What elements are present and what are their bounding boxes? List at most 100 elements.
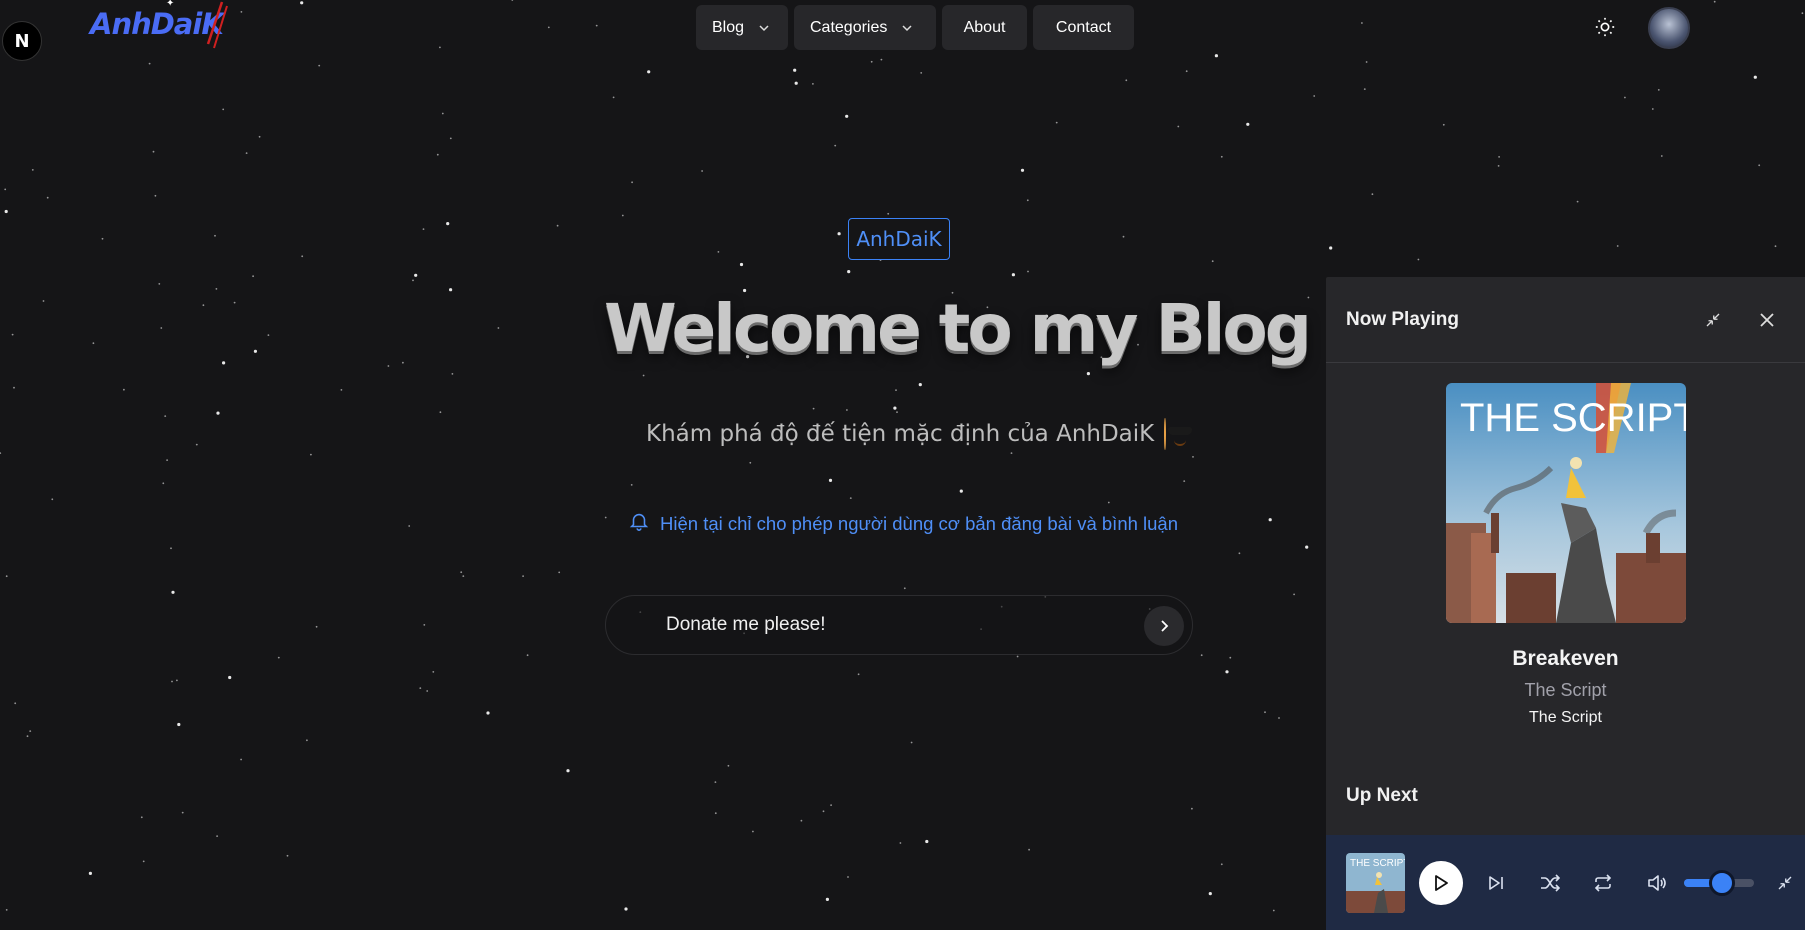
minimize-icon[interactable]: [1695, 302, 1731, 338]
star: [1246, 122, 1250, 126]
star: [13, 386, 15, 389]
expand-player-button[interactable]: [1766, 863, 1805, 903]
star: [612, 96, 615, 99]
star: [423, 624, 426, 626]
volume-button[interactable]: [1637, 863, 1676, 903]
star: [739, 262, 744, 267]
star: [1497, 165, 1500, 167]
star: [245, 152, 248, 155]
star: [1264, 711, 1266, 714]
star: [566, 769, 570, 773]
close-icon[interactable]: [1749, 302, 1785, 338]
star: [895, 389, 897, 391]
star: [449, 288, 453, 292]
star: [752, 830, 754, 833]
star: [51, 498, 54, 501]
star: [918, 383, 922, 387]
star: [857, 673, 860, 676]
star: [426, 690, 429, 692]
shuffle-button[interactable]: [1530, 863, 1569, 903]
nav-blog[interactable]: Blog: [696, 5, 788, 50]
nav-categories[interactable]: Categories: [794, 5, 936, 50]
star: [414, 273, 418, 277]
star: [1026, 199, 1029, 202]
star: [233, 301, 236, 304]
star: [893, 406, 897, 410]
star: [92, 342, 95, 345]
star: [1122, 235, 1125, 238]
star: [925, 839, 929, 844]
star: [1651, 108, 1654, 110]
star: [171, 590, 175, 594]
skip-next-button[interactable]: [1477, 863, 1516, 903]
star: [301, 255, 304, 258]
star: [1660, 155, 1663, 157]
hero-tag: AnhDaiK: [848, 218, 950, 260]
star: [4, 188, 7, 191]
star: [222, 108, 225, 111]
star: [1086, 372, 1090, 376]
star: [828, 478, 833, 482]
star: [834, 144, 837, 147]
star: [1028, 848, 1030, 851]
star: [1801, 12, 1804, 15]
next-logo-icon[interactable]: N: [2, 21, 42, 61]
star: [1624, 96, 1626, 99]
sparkle-icon: ✦: [166, 0, 175, 9]
star: [152, 150, 155, 153]
star: [164, 415, 167, 417]
play-button[interactable]: [1419, 860, 1463, 905]
star: [825, 897, 830, 902]
star: [1192, 456, 1194, 458]
repeat-button[interactable]: [1584, 863, 1623, 903]
star: [436, 153, 439, 156]
chevron-down-icon: [758, 22, 770, 34]
star: [1177, 125, 1180, 128]
star: [870, 60, 873, 63]
track-artist[interactable]: The Script: [1326, 680, 1805, 701]
sun-icon[interactable]: [1594, 16, 1616, 42]
avatar[interactable]: [1648, 7, 1690, 49]
star: [160, 327, 163, 329]
star: [446, 222, 450, 226]
skip-next-icon: [1489, 875, 1504, 890]
star: [1774, 245, 1777, 248]
shuffle-icon: [1540, 873, 1560, 892]
star: [29, 730, 32, 732]
star: [1229, 656, 1232, 659]
star: [181, 811, 184, 814]
claw-mark-icon: [206, 1, 228, 49]
cover-text: THE SCRIPT: [1460, 396, 1686, 440]
star: [1225, 670, 1229, 674]
mini-cover-text: THE SCRIPT: [1350, 858, 1405, 869]
star: [847, 876, 849, 878]
player-title: Now Playing: [1346, 308, 1459, 330]
nav-contact[interactable]: Contact: [1033, 5, 1134, 50]
star: [511, 0, 514, 1]
star: [177, 722, 181, 727]
volume-knob[interactable]: [1709, 869, 1736, 896]
donate-button[interactable]: Donate me please!: [605, 595, 1193, 655]
star: [318, 64, 321, 67]
star: [5, 909, 8, 911]
star: [714, 781, 717, 783]
star: [714, 812, 717, 815]
star: [793, 68, 797, 72]
player-controls: THE SCRIPT: [1326, 835, 1805, 930]
nav-categories-label: Categories: [810, 18, 888, 36]
star: [1272, 909, 1275, 912]
star: [1211, 260, 1214, 263]
star: [1220, 155, 1223, 158]
site-logo[interactable]: ✦ AnhDaiK: [90, 0, 228, 49]
star: [526, 654, 529, 657]
donate-label: Donate me please!: [666, 614, 826, 635]
nav-about[interactable]: About: [942, 5, 1027, 50]
mini-album-cover[interactable]: THE SCRIPT: [1346, 852, 1406, 913]
volume-slider[interactable]: [1684, 869, 1754, 896]
album-cover: THE SCRIPT: [1446, 383, 1686, 623]
star: [176, 679, 178, 682]
star: [462, 575, 465, 577]
star: [166, 459, 169, 461]
sunglasses-emoji-icon: [1164, 418, 1189, 450]
star: [439, 46, 441, 49]
